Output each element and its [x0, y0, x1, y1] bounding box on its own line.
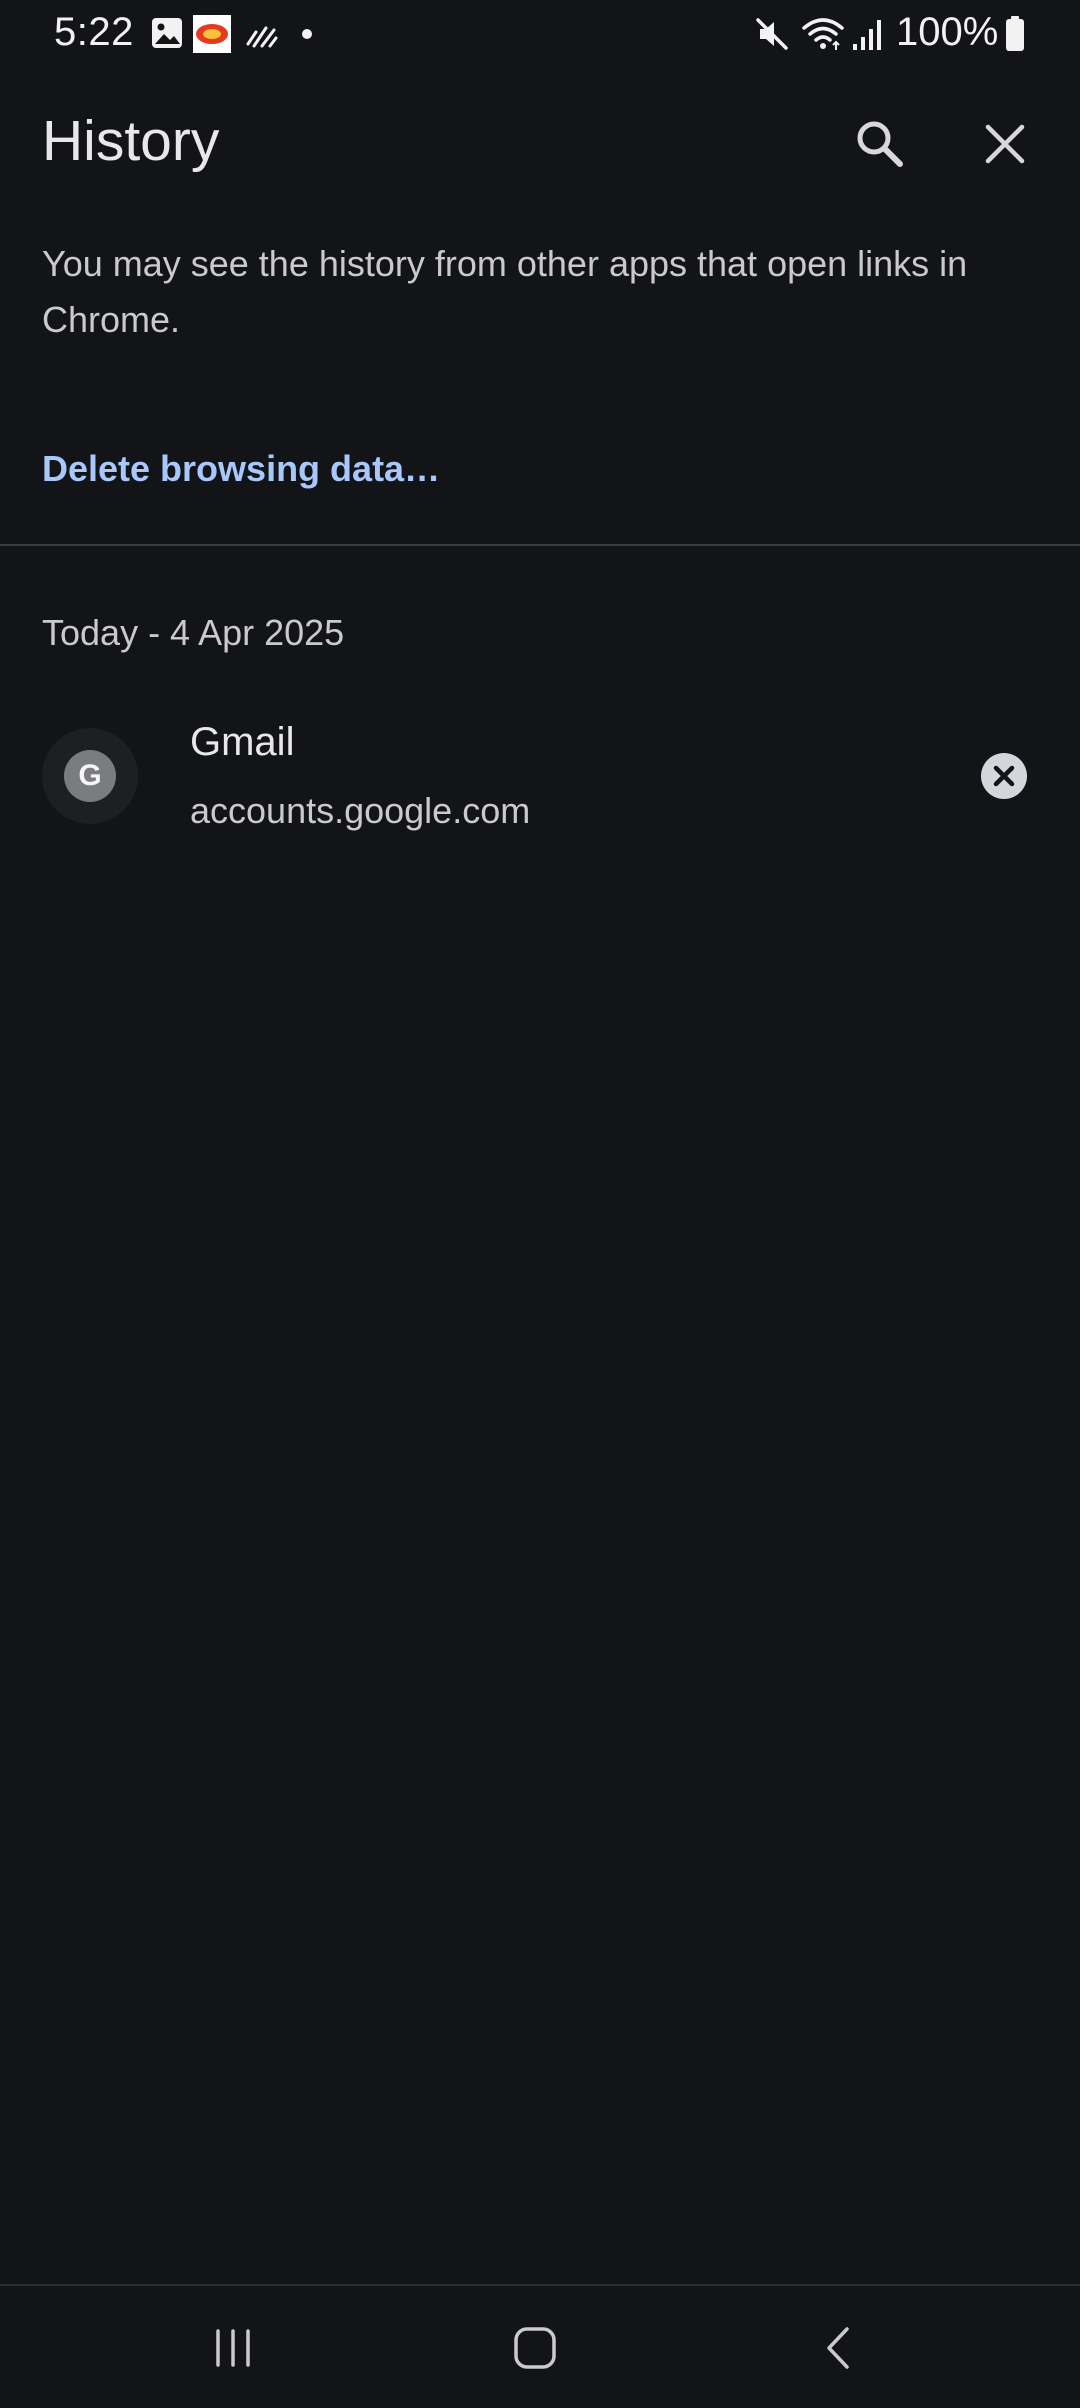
remove-circle-icon: [981, 753, 1027, 799]
mute-icon: [756, 18, 788, 50]
delete-browsing-data-link[interactable]: Delete browsing data…: [42, 448, 440, 490]
home-button[interactable]: [475, 2306, 595, 2390]
date-header: Today - 4 Apr 2025: [42, 612, 345, 653]
back-icon: [827, 2327, 849, 2369]
info-text: You may see the history from other apps …: [42, 243, 968, 340]
wifi-icon: [802, 18, 844, 50]
history-item[interactable]: G Gmail accounts.google.com: [0, 700, 1080, 850]
remove-item-button[interactable]: [976, 748, 1032, 804]
battery-icon: [1006, 16, 1024, 51]
status-time: 5:22: [54, 10, 134, 54]
navigation-bar: [0, 2284, 1080, 2408]
signal-activity-icon: [246, 26, 278, 48]
recents-icon: [216, 2329, 250, 2367]
back-button[interactable]: [780, 2306, 900, 2390]
toolbar: History: [0, 90, 1080, 200]
history-item-title: Gmail: [190, 720, 295, 764]
page-title: History: [42, 109, 220, 173]
gallery-icon: [152, 18, 182, 48]
search-icon: [857, 121, 903, 167]
cell-signal-icon: [853, 20, 881, 50]
favicon-container: G: [42, 728, 138, 824]
close-button[interactable]: [963, 102, 1047, 186]
dot-icon: [302, 29, 312, 39]
search-button[interactable]: [838, 102, 922, 186]
recents-button[interactable]: [173, 2306, 293, 2390]
home-icon: [514, 2327, 556, 2369]
divider: [0, 544, 1080, 546]
battery-percentage: 100%: [896, 10, 999, 54]
favicon-icon: G: [64, 750, 116, 802]
app-notification-icon: [193, 15, 231, 53]
status-bar: 5:22 100%: [0, 0, 1080, 70]
close-icon: [985, 124, 1025, 164]
history-item-url: accounts.google.com: [190, 790, 531, 831]
